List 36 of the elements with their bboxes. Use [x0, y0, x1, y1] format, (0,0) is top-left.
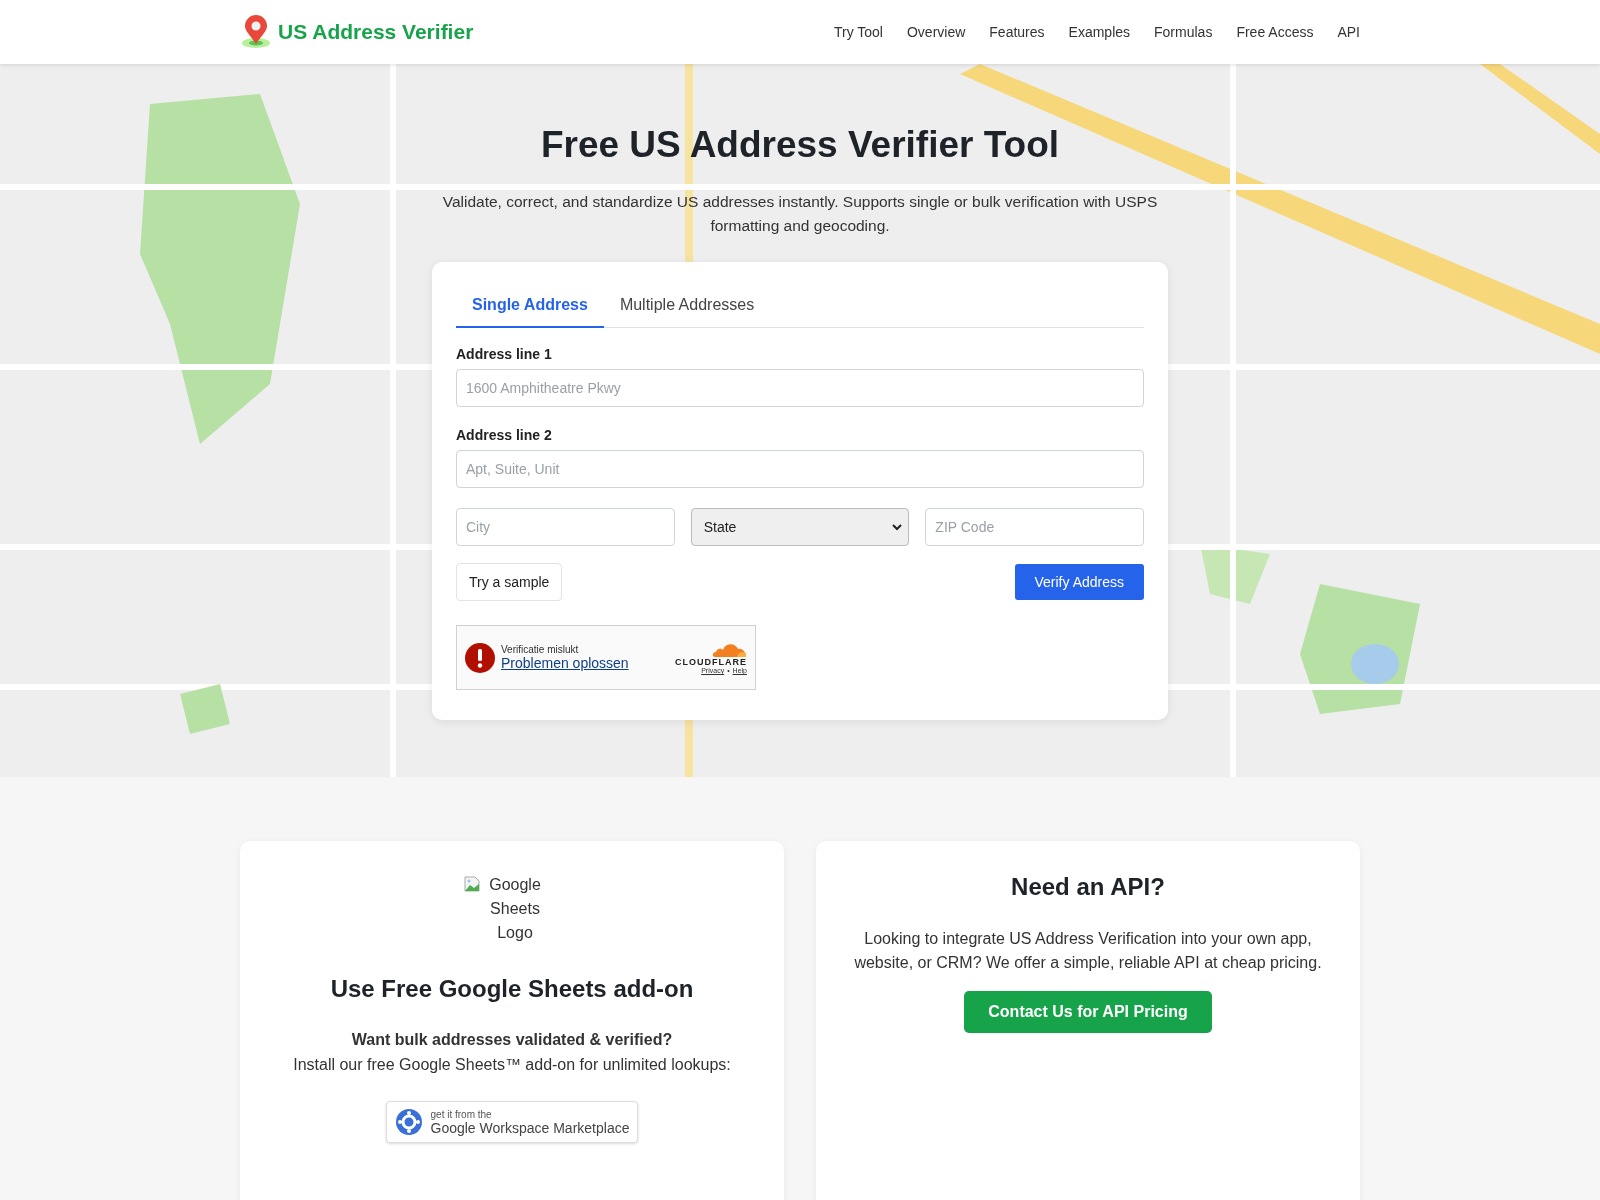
field-label: Address line 2 — [456, 427, 553, 443]
captcha-status: Verificatie mislukt — [501, 644, 580, 655]
tab[interactable]: Multiple Addresses — [603, 286, 771, 328]
card-question: Want bulk addresses validated & verified? — [351, 1031, 673, 1049]
troubleshoot-link[interactable]: Problemen oplossen — [501, 655, 669, 671]
address-line-2-field[interactable]: Apt, Suite, Unit — [456, 450, 1144, 488]
nav-link[interactable]: Try Tool — [833, 24, 883, 40]
nav-link[interactable]: Formulas — [1154, 24, 1213, 40]
nav-link[interactable]: API — [1337, 24, 1360, 40]
card-title: Need an API? — [1011, 873, 1165, 901]
cloud-icon — [711, 641, 747, 657]
state-dropdown[interactable]: State — [690, 508, 910, 546]
try-sample-button[interactable]: Try a sample — [456, 563, 563, 601]
card-text: Looking to integrate US Address Verification into your own app, website, or CRM? We offer a simple, reliable API at cheap pricing. — [853, 929, 1323, 973]
nav-link[interactable]: Examples — [1068, 24, 1131, 40]
error-icon — [465, 642, 495, 673]
marketplace-badge[interactable]: get it from the Google Workspace Marketplace — [385, 1101, 639, 1143]
chevron-down-icon — [892, 523, 903, 531]
page-title: Free US Address Verifier Tool — [540, 124, 1060, 166]
broken-image-icon — [464, 876, 480, 892]
image-alt-text: Google Sheets Logo — [488, 875, 542, 943]
city-field[interactable]: City — [456, 508, 675, 546]
nav-link[interactable]: Features — [989, 24, 1045, 40]
tab[interactable]: Single Address — [456, 286, 604, 328]
nav-link[interactable]: Free Access — [1236, 24, 1314, 40]
card-title: Use Free Google Sheets add-on — [330, 975, 694, 1003]
map-pin-icon — [240, 15, 272, 49]
verify-address-button[interactable]: Verify Address — [1014, 564, 1144, 600]
cloudflare-wordmark: CLOUDFLARE — [675, 657, 747, 667]
address-line-1-field[interactable]: 1600 Amphitheatre Pkwy — [456, 369, 1144, 407]
field-label: Address line 1 — [456, 346, 553, 362]
zip-code-field[interactable]: ZIP Code — [925, 508, 1144, 546]
page-subtitle: Validate, correct, and standardize US addresses instantly. Supports single or bulk verification with USPS formatting and geocoding. — [441, 192, 1159, 236]
workspace-ring-icon — [394, 1108, 423, 1136]
nav-link[interactable]: Overview — [906, 24, 966, 40]
card-text: Install our free Google Sheets™ add-on for unlimited lookups: — [293, 1055, 731, 1075]
